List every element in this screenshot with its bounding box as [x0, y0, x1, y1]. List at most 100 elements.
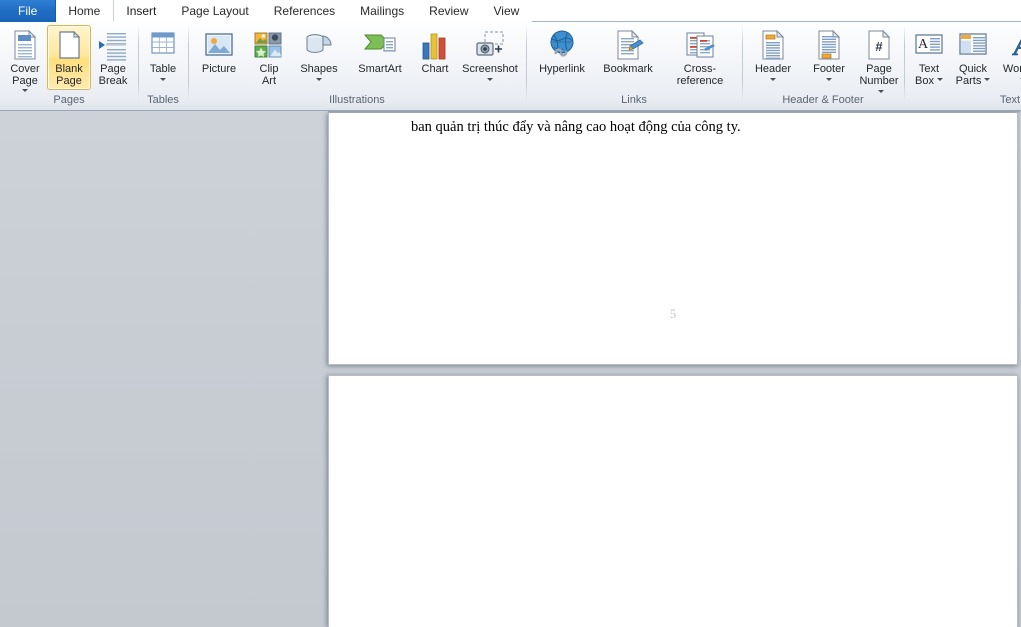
ribbon-group-pages: Cover Page Blank Page Page Break Pages	[0, 22, 138, 110]
illustrations-button-clip-art[interactable]: Clip Art	[247, 25, 291, 90]
chevron-down-icon[interactable]	[877, 89, 884, 93]
smartart-icon	[364, 29, 396, 61]
picture-icon	[203, 29, 235, 61]
ribbon-group-links: Hyperlink Bookmark Cross-reference Links	[526, 22, 742, 110]
pages-button-blank-page[interactable]: Blank Page	[47, 25, 91, 90]
ribbon-tab-home[interactable]: Home	[56, 0, 114, 22]
tables-button-table[interactable]: Table	[141, 25, 185, 84]
button-label: Table	[149, 63, 177, 75]
chevron-down-icon[interactable]	[487, 77, 493, 81]
ribbon-tab-references[interactable]: References	[261, 0, 349, 22]
button-label: Hyperlink	[539, 63, 585, 75]
page-1-paragraph: ban quản trị thúc đẩy và nâng cao hoạt đ…	[411, 119, 741, 135]
hyperlink-icon	[546, 29, 578, 61]
page-number-icon: #	[863, 29, 895, 61]
table-icon	[147, 29, 179, 61]
ribbon-tabs: File Home Insert Page Layout References Maili…	[0, 0, 1021, 22]
quick-parts-icon	[957, 29, 989, 61]
pages-button-page-break[interactable]: Page Break	[91, 25, 135, 90]
screenshot-icon	[474, 29, 506, 61]
page-break-icon	[97, 29, 129, 61]
chevron-down-icon[interactable]	[826, 77, 832, 81]
button-label: Header	[754, 63, 792, 75]
button-label: Screenshot	[462, 63, 518, 75]
svg-text:A: A	[1012, 31, 1021, 61]
ribbon-group-illustrations: Picture Clip Art Shapes SmartArt Chart Screen…	[188, 22, 526, 110]
chevron-down-icon[interactable]	[984, 78, 991, 82]
ribbon-group-label: Pages	[53, 94, 85, 106]
header-icon	[757, 29, 789, 61]
chevron-down-icon[interactable]	[22, 89, 28, 92]
wordart-icon: A	[1007, 29, 1021, 61]
button-label: Shapes	[300, 63, 338, 75]
ribbon-group-label: Illustrations	[329, 94, 385, 106]
illustrations-button-smartart[interactable]: SmartArt	[347, 25, 413, 79]
chevron-down-icon[interactable]	[936, 78, 943, 82]
shapes-icon	[303, 29, 335, 61]
ribbon-tab-page-layout[interactable]: Page Layout	[169, 0, 262, 22]
ribbon-tab-file[interactable]: File	[0, 0, 57, 22]
button-label: Clip Art	[259, 63, 279, 87]
clip-art-icon	[253, 29, 285, 61]
ribbon-groups: Cover Page Blank Page Page Break Pages Table…	[0, 22, 1021, 111]
illustrations-button-chart[interactable]: Chart	[413, 25, 457, 79]
cover-page-icon	[9, 29, 41, 61]
chevron-down-icon[interactable]	[160, 77, 166, 81]
ribbon-tab-view[interactable]: View	[481, 0, 533, 22]
ribbon-tab-insert[interactable]: Insert	[113, 0, 170, 22]
button-label: Bookmark	[603, 63, 653, 75]
chevron-down-icon[interactable]	[770, 77, 776, 81]
button-label: Page Break	[98, 63, 128, 87]
bookmark-icon	[612, 29, 644, 61]
ribbon-tab-review[interactable]: Review	[417, 0, 482, 22]
ribbon-group-label: Text	[999, 94, 1021, 106]
text-button-text-box[interactable]: A Text Box	[907, 25, 951, 90]
ribbon-group-header-footer: Header Footer # Page Number Header & Footer	[742, 22, 904, 110]
header-footer-button-header[interactable]: Header	[745, 25, 801, 84]
chart-icon	[419, 29, 451, 61]
text-button-wordart[interactable]: A WordArt	[995, 25, 1021, 84]
button-label: Picture	[201, 63, 237, 75]
button-label: WordArt	[1002, 63, 1021, 75]
text-box-icon: A	[913, 29, 945, 61]
ribbon-group-body: Picture Clip Art Shapes SmartArt Chart Screen…	[191, 22, 523, 92]
ribbon-group-label: Header & Footer	[782, 94, 864, 106]
ribbon-group-body: Header Footer # Page Number	[745, 22, 901, 93]
header-footer-button-footer[interactable]: Footer	[801, 25, 857, 84]
word-window: File Home Insert Page Layout References Maili…	[0, 0, 1021, 627]
button-label: Cross-reference	[676, 63, 724, 87]
button-label: Chart	[421, 63, 449, 75]
chevron-down-icon[interactable]	[316, 77, 322, 81]
header-footer-button-page-number[interactable]: # Page Number	[857, 25, 901, 102]
links-button-cross-reference[interactable]: Cross-reference	[661, 25, 739, 90]
button-label: Quick Parts	[956, 63, 991, 87]
ribbon-group-body: Cover Page Blank Page Page Break	[3, 22, 135, 92]
ribbon-tab-mailings[interactable]: Mailings	[348, 0, 418, 22]
button-label: Footer	[813, 63, 845, 75]
illustrations-button-screenshot[interactable]: Screenshot	[457, 25, 523, 84]
ribbon: Cover Page Blank Page Page Break Pages Table…	[0, 22, 1021, 111]
ribbon-group-label: Tables	[147, 94, 179, 106]
button-label: Text Box	[915, 63, 943, 87]
ribbon-group-tables: Table Tables	[138, 22, 188, 110]
ribbon-group-body: Table	[141, 22, 185, 92]
button-label: Cover Page	[10, 63, 40, 87]
ribbon-tab-bar: File Home Insert Page Layout References Maili…	[0, 0, 1021, 22]
footer-icon	[813, 29, 845, 61]
document-page-2[interactable]	[328, 375, 1018, 627]
text-button-quick-parts[interactable]: Quick Parts	[951, 25, 995, 90]
illustrations-button-picture[interactable]: Picture	[191, 25, 247, 79]
document-workspace[interactable]: ban quản trị thúc đẩy và nâng cao hoạt đ…	[0, 111, 1021, 627]
svg-text:#: #	[875, 39, 883, 54]
document-page-1[interactable]: ban quản trị thúc đẩy và nâng cao hoạt đ…	[328, 113, 1018, 365]
page-1-page-number: 5	[669, 306, 677, 321]
blank-page-icon	[53, 29, 85, 61]
links-button-bookmark[interactable]: Bookmark	[595, 25, 661, 79]
svg-text:A: A	[918, 37, 929, 52]
illustrations-button-shapes[interactable]: Shapes	[291, 25, 347, 84]
links-button-hyperlink[interactable]: Hyperlink	[529, 25, 595, 79]
button-label: SmartArt	[358, 63, 402, 75]
pages-button-cover-page[interactable]: Cover Page	[3, 25, 47, 95]
ribbon-group-label: Links	[621, 94, 647, 106]
button-label: Blank Page	[55, 63, 83, 87]
